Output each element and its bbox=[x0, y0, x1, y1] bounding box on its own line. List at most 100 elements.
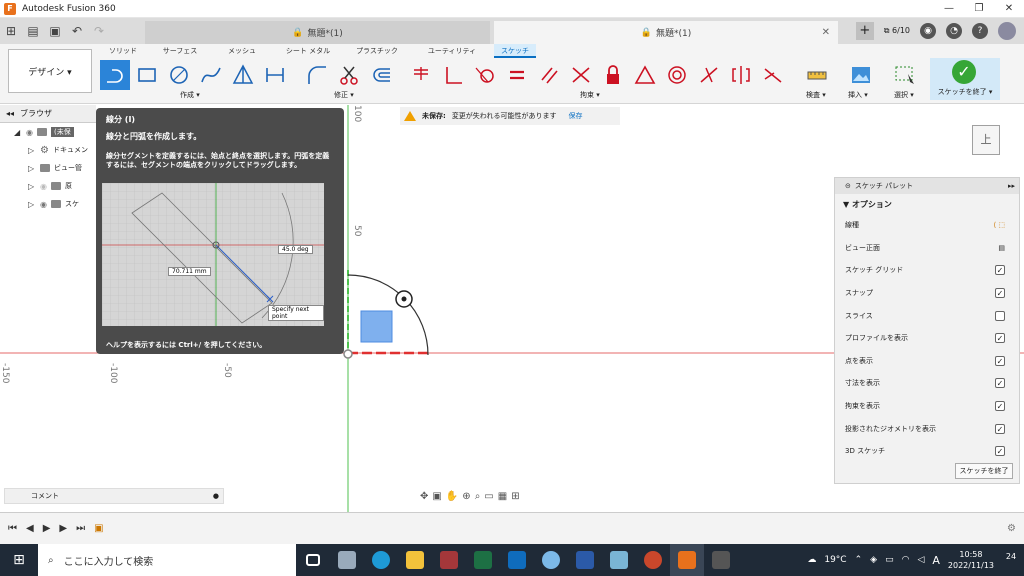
offset-tool-icon[interactable] bbox=[366, 60, 396, 90]
maximize-button[interactable]: ❐ bbox=[964, 0, 994, 18]
inspect-menu[interactable]: 検査 ▾ bbox=[806, 90, 826, 100]
edge-icon[interactable] bbox=[364, 544, 398, 576]
file-explorer-icon[interactable] bbox=[398, 544, 432, 576]
palette-checkbox[interactable]: ✓ bbox=[995, 401, 1005, 412]
zoom-window-icon[interactable]: ⌕ bbox=[475, 491, 481, 502]
battery-icon[interactable]: ▭ bbox=[885, 555, 894, 565]
viewports-icon[interactable]: ⊞ bbox=[511, 491, 519, 502]
access-icon[interactable] bbox=[432, 544, 466, 576]
taskbar-search[interactable]: ⌕ ここに入力して検索 bbox=[38, 544, 296, 576]
redo-icon[interactable]: ↷ bbox=[88, 20, 110, 42]
go-to-end-icon[interactable]: ⏭ bbox=[76, 523, 85, 534]
tray-chevron-icon[interactable]: ⌃ bbox=[855, 555, 863, 565]
browser-item-named-views[interactable]: ▷ ビュー管 bbox=[0, 159, 96, 177]
horizontal-constraint-icon[interactable] bbox=[406, 60, 436, 90]
undo-icon[interactable]: ↶ bbox=[66, 20, 88, 42]
display-settings-icon[interactable]: ▭ bbox=[484, 491, 493, 502]
coincident-icon[interactable] bbox=[566, 60, 596, 90]
equal-icon[interactable] bbox=[502, 60, 532, 90]
palette-options-section[interactable]: ▼ オプション bbox=[835, 194, 1019, 214]
wifi-icon[interactable]: ◠ bbox=[902, 555, 910, 565]
palette-option-row[interactable]: スケッチ グリッド ✓ bbox=[835, 259, 1019, 282]
expand-right-icon[interactable]: ▷ bbox=[28, 200, 36, 209]
fillet-tool-icon[interactable] bbox=[302, 60, 332, 90]
palette-checkbox[interactable]: ✓ bbox=[995, 333, 1005, 344]
extensions-icon[interactable]: ◉ bbox=[920, 23, 936, 39]
grid-settings-icon[interactable]: ▦ bbox=[498, 491, 507, 502]
weather-temp[interactable]: 19°C bbox=[824, 555, 846, 565]
browser-item-origin[interactable]: ▷ ◉ 原 bbox=[0, 177, 96, 195]
comments-panel[interactable]: コメント ● bbox=[4, 488, 224, 504]
palette-checkbox[interactable] bbox=[995, 310, 1005, 321]
palette-checkbox[interactable]: ✓ bbox=[995, 288, 1005, 299]
workspace-switcher[interactable]: デザイン ▾ bbox=[8, 49, 92, 93]
palette-checkbox[interactable]: ✓ bbox=[995, 446, 1005, 457]
expand-right-icon[interactable]: ▷ bbox=[28, 182, 36, 191]
step-forward-icon[interactable]: ▶ bbox=[59, 523, 67, 534]
paint-icon[interactable] bbox=[534, 544, 568, 576]
step-back-icon[interactable]: ◀ bbox=[26, 523, 34, 534]
save-icon[interactable]: ▣ bbox=[44, 20, 66, 42]
select-menu[interactable]: 選択 ▾ bbox=[894, 90, 914, 100]
expand-right-icon[interactable]: ▷ bbox=[28, 164, 36, 173]
document-tab-active[interactable]: 🔒 無題*(1) ✕ bbox=[494, 21, 838, 44]
go-to-start-icon[interactable]: ⏮ bbox=[8, 523, 17, 534]
close-tab-icon[interactable]: ✕ bbox=[822, 27, 830, 38]
palette-finish-sketch-button[interactable]: スケッチを終了 bbox=[955, 463, 1013, 479]
polygon-tool-icon[interactable] bbox=[228, 60, 258, 90]
parallel-icon[interactable] bbox=[534, 60, 564, 90]
tab-surface[interactable]: サーフェス bbox=[148, 44, 212, 58]
tab-plastic[interactable]: プラスチック bbox=[344, 44, 410, 58]
palette-collapse-icon[interactable]: ⊝ bbox=[845, 182, 851, 190]
constraints-menu[interactable]: 拘束 ▾ bbox=[580, 90, 600, 100]
job-status[interactable]: ⧉ 6/10 bbox=[884, 26, 910, 36]
curvature-icon[interactable] bbox=[758, 60, 788, 90]
timeline-sketch-icon[interactable]: ▣ bbox=[94, 523, 103, 534]
zoom-icon[interactable]: ⊕ bbox=[462, 491, 470, 502]
look-at-icon[interactable]: ▣ bbox=[432, 491, 441, 502]
timeline-settings-icon[interactable]: ⚙ bbox=[1007, 523, 1016, 534]
close-window-button[interactable]: ✕ bbox=[994, 0, 1024, 18]
task-view-icon[interactable] bbox=[296, 544, 330, 576]
volume-icon[interactable]: ◁ bbox=[917, 555, 924, 565]
expand-down-icon[interactable]: ◢ bbox=[14, 128, 22, 137]
dimension-tool-icon[interactable] bbox=[260, 60, 290, 90]
eye-icon[interactable]: ◉ bbox=[40, 200, 47, 209]
pan-hand-icon[interactable]: ✋ bbox=[446, 491, 458, 502]
tab-solid[interactable]: ソリッド bbox=[98, 44, 148, 58]
weather-icon[interactable]: ☁ bbox=[807, 555, 816, 565]
add-comment-icon[interactable]: ● bbox=[213, 489, 219, 503]
sticky-notes-icon[interactable] bbox=[602, 544, 636, 576]
symmetry-icon[interactable] bbox=[726, 60, 756, 90]
tab-utility[interactable]: ユーティリティ bbox=[410, 44, 494, 58]
powerpoint-icon[interactable] bbox=[636, 544, 670, 576]
palette-option-row[interactable]: スライス bbox=[835, 304, 1019, 327]
midpoint-icon[interactable] bbox=[694, 60, 724, 90]
tangent-icon[interactable] bbox=[470, 60, 500, 90]
palette-option-row[interactable]: 投影されたジオメトリを表示 ✓ bbox=[835, 417, 1019, 440]
fix-lock-icon[interactable] bbox=[598, 60, 628, 90]
palette-expand-icon[interactable]: ▸▸ bbox=[1008, 182, 1015, 190]
insert-menu[interactable]: 挿入 ▾ bbox=[848, 90, 868, 100]
perpendicular-icon[interactable] bbox=[438, 60, 468, 90]
palette-option-row[interactable]: 線種 ⟨ ⬚ bbox=[835, 214, 1019, 237]
palette-option-row[interactable]: プロファイルを表示 ✓ bbox=[835, 327, 1019, 350]
palette-option-row[interactable]: 点を表示 ✓ bbox=[835, 350, 1019, 373]
network-icon[interactable]: ◈ bbox=[870, 555, 877, 565]
palette-option-row[interactable]: 3D スケッチ ✓ bbox=[835, 440, 1019, 463]
palette-option-row[interactable]: ビュー正面 ▤ bbox=[835, 237, 1019, 260]
palette-header[interactable]: ⊝ スケッチ パレット ▸▸ bbox=[835, 178, 1019, 194]
browser-item-doc-settings[interactable]: ▷ ⚙ ドキュメン bbox=[0, 141, 96, 159]
browser-header[interactable]: ◂◂ ブラウザ bbox=[0, 105, 96, 123]
expand-right-icon[interactable]: ▷ bbox=[28, 146, 36, 155]
fusion360-taskbar-icon[interactable] bbox=[670, 544, 704, 576]
triangle-constraint-icon[interactable] bbox=[630, 60, 660, 90]
tab-sheet-metal[interactable]: シート メタル bbox=[272, 44, 344, 58]
new-tab-button[interactable]: + bbox=[855, 22, 874, 40]
palette-option-row[interactable]: スナップ ✓ bbox=[835, 282, 1019, 305]
circle-tool-icon[interactable] bbox=[164, 60, 194, 90]
browser-item-sketches[interactable]: ▷ ◉ スケ bbox=[0, 195, 96, 213]
palette-checkbox[interactable]: ✓ bbox=[995, 423, 1005, 434]
view-cube[interactable]: 上 bbox=[972, 125, 1000, 155]
start-windows-icon[interactable]: ⊞ bbox=[0, 552, 38, 568]
